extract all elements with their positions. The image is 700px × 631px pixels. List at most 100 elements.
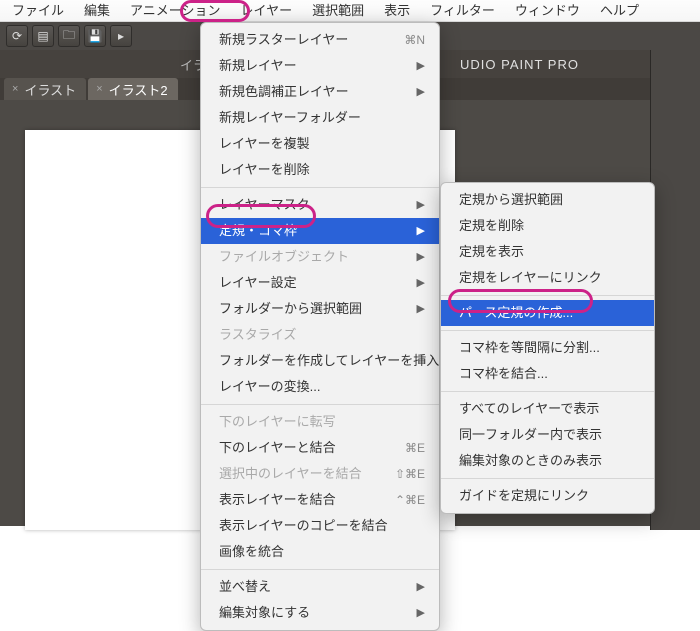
menu-item-label: ファイルオブジェクト [219, 247, 349, 267]
menu-selection[interactable]: 選択範囲 [302, 0, 374, 22]
submenu-arrow-icon: ▶ [417, 273, 425, 293]
layer-menu-item[interactable]: 編集対象にする▶ [201, 600, 439, 626]
tab-label: イラスト [24, 80, 76, 99]
menu-item-label: 定規を削除 [459, 216, 524, 236]
menu-item-label: レイヤーを削除 [219, 160, 310, 180]
ruler-submenu-item[interactable]: コマ枠を結合... [441, 361, 654, 387]
menu-item-label: 画像を統合 [219, 542, 284, 562]
tab-close-icon[interactable]: × [12, 83, 18, 95]
layer-menu-item[interactable]: レイヤー設定▶ [201, 270, 439, 296]
layer-menu-sep [201, 187, 439, 188]
ruler-submenu-item[interactable]: ガイドを定規にリンク [441, 483, 654, 509]
layer-menu-item[interactable]: 画像を統合 [201, 539, 439, 565]
menu-help[interactable]: ヘルプ [590, 0, 649, 22]
app-title: UDIO PAINT PRO [460, 57, 579, 72]
menu-layer[interactable]: レイヤー [231, 0, 303, 22]
ruler-submenu-item[interactable]: 同一フォルダー内で表示 [441, 422, 654, 448]
ruler-frame-submenu: 定規から選択範囲定規を削除定規を表示定規をレイヤーにリンクパース定規の作成...… [440, 182, 655, 514]
layer-menu-item[interactable]: 表示レイヤーを結合 ⌃⌘E [201, 487, 439, 513]
menu-shortcut: ⌘N [404, 30, 425, 50]
submenu-arrow-icon: ▶ [417, 195, 425, 215]
ruler-submenu-sep [441, 391, 654, 392]
submenu-arrow-icon: ▶ [417, 82, 425, 102]
layer-menu-item: ファイルオブジェクト ▶ [201, 244, 439, 270]
tool-btn-open[interactable]: 🗀 [58, 25, 80, 47]
menu-view[interactable]: 表示 [374, 0, 420, 22]
menu-item-label: 新規レイヤー [219, 56, 297, 76]
tab-label: イラスト2 [109, 80, 168, 99]
submenu-arrow-icon: ▶ [417, 221, 425, 241]
menu-item-label: ラスタライズ [219, 325, 296, 345]
ruler-submenu-item[interactable]: 定規を削除 [441, 213, 654, 239]
menu-item-label: 定規から選択範囲 [459, 190, 563, 210]
tab-close-icon[interactable]: × [96, 83, 102, 95]
menu-filter[interactable]: フィルター [420, 0, 505, 22]
layer-menu-item[interactable]: 下のレイヤーと結合⌘E [201, 435, 439, 461]
layer-menu-item[interactable]: レイヤーを複製 [201, 131, 439, 157]
layer-menu-item[interactable]: レイヤーの変換... [201, 374, 439, 400]
submenu-arrow-icon: ▶ [417, 299, 425, 319]
menu-item-label: パース定規の作成... [459, 303, 573, 323]
layer-menu-item[interactable]: 新規レイヤー ▶ [201, 53, 439, 79]
layer-menu-item[interactable]: 表示レイヤーのコピーを結合 [201, 513, 439, 539]
menu-item-label: 同一フォルダー内で表示 [459, 425, 602, 445]
menu-item-label: 新規ラスターレイヤー [219, 30, 348, 50]
menu-window[interactable]: ウィンドウ [505, 0, 590, 22]
layer-menu-item[interactable]: 並べ替え ▶ [201, 574, 439, 600]
ruler-submenu-item[interactable]: 定規をレイヤーにリンク [441, 265, 654, 291]
ruler-submenu-item[interactable]: 定規を表示 [441, 239, 654, 265]
menu-item-label: 表示レイヤーのコピーを結合 [219, 516, 388, 536]
menu-item-label: 表示レイヤーを結合 [219, 490, 336, 510]
menu-item-label: 定規・コマ枠 [219, 221, 297, 241]
layer-menu-item[interactable]: レイヤーを削除 [201, 157, 439, 183]
menu-shortcut: ⌃⌘E [395, 490, 425, 510]
ruler-submenu-item[interactable]: パース定規の作成... [441, 300, 654, 326]
ruler-submenu-sep [441, 295, 654, 296]
menu-item-label: レイヤーの変換... [219, 377, 320, 397]
menu-item-label: レイヤーマスク [219, 195, 310, 215]
ruler-submenu-item[interactable]: 定規から選択範囲 [441, 187, 654, 213]
layer-menu-item: ラスタライズ [201, 322, 439, 348]
menu-item-label: コマ枠を結合... [459, 364, 548, 384]
layer-menu-item[interactable]: 新規色調補正レイヤー ▶ [201, 79, 439, 105]
submenu-arrow-icon: ▶ [417, 577, 425, 597]
layer-menu-item[interactable]: フォルダーを作成してレイヤーを挿入 [201, 348, 439, 374]
layer-menu-item[interactable]: フォルダーから選択範囲▶ [201, 296, 439, 322]
layer-menu-item: 下のレイヤーに転写 [201, 409, 439, 435]
menu-animation[interactable]: アニメーション [120, 0, 230, 22]
submenu-arrow-icon: ▶ [417, 56, 425, 76]
tool-btn-save[interactable]: 💾 [84, 25, 106, 47]
tab-1[interactable]: × イラスト [4, 78, 86, 101]
layer-menu-item[interactable]: レイヤーマスク ▶ [201, 192, 439, 218]
side-panel [650, 50, 700, 530]
layer-menu-item: 選択中のレイヤーを結合 ⇧⌘E [201, 461, 439, 487]
menu-item-label: 新規色調補正レイヤー [219, 82, 349, 102]
menu-item-label: 定規を表示 [459, 242, 524, 262]
ruler-submenu-item[interactable]: すべてのレイヤーで表示 [441, 396, 654, 422]
menu-item-label: 下のレイヤーに転写 [219, 412, 336, 432]
menu-item-label: 編集対象のときのみ表示 [459, 451, 602, 471]
menu-item-label: 新規レイヤーフォルダー [219, 108, 361, 128]
ruler-submenu-item[interactable]: 編集対象のときのみ表示 [441, 448, 654, 474]
menu-item-label: 並べ替え [219, 577, 271, 597]
tool-btn-1[interactable]: ⟳ [6, 25, 28, 47]
menu-edit[interactable]: 編集 [74, 0, 120, 22]
menu-shortcut: ⇧⌘E [395, 464, 425, 484]
submenu-arrow-icon: ▶ [417, 247, 425, 267]
layer-menu-item[interactable]: 新規レイヤーフォルダー [201, 105, 439, 131]
tool-btn-arrow[interactable]: ▸ [110, 25, 132, 47]
ruler-submenu-sep [441, 478, 654, 479]
ruler-submenu-item[interactable]: コマ枠を等間隔に分割... [441, 335, 654, 361]
tool-btn-new[interactable]: ▤ [32, 25, 54, 47]
layer-menu-item[interactable]: 新規ラスターレイヤー ⌘N [201, 27, 439, 53]
layer-menu-item[interactable]: 定規・コマ枠 ▶ [201, 218, 439, 244]
menu-item-label: すべてのレイヤーで表示 [459, 399, 599, 419]
menu-item-label: ガイドを定規にリンク [459, 486, 589, 506]
tab-2[interactable]: × イラスト2 [88, 78, 177, 101]
menu-item-label: 定規をレイヤーにリンク [459, 268, 602, 288]
menu-item-label: 選択中のレイヤーを結合 [219, 464, 362, 484]
menu-item-label: レイヤーを複製 [219, 134, 310, 154]
menu-file[interactable]: ファイル [2, 0, 74, 22]
menu-item-label: フォルダーを作成してレイヤーを挿入 [219, 351, 439, 371]
menu-item-label: コマ枠を等間隔に分割... [459, 338, 600, 358]
